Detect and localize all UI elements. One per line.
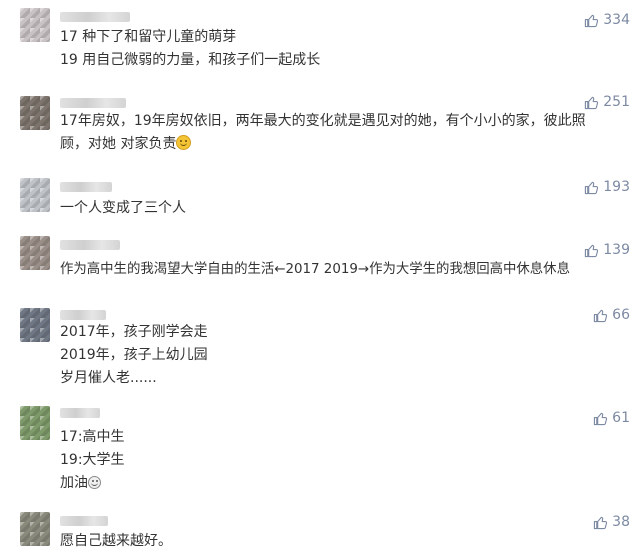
avatar[interactable]: [20, 512, 50, 546]
username-blurred[interactable]: [60, 516, 108, 526]
smile-emoji-icon: [176, 135, 192, 150]
grin-emoji-icon: [88, 476, 101, 489]
username-blurred[interactable]: [60, 240, 120, 250]
like-button[interactable]: 38: [593, 512, 630, 532]
username-blurred[interactable]: [60, 408, 100, 418]
comment-line: 19:大学生: [60, 452, 125, 468]
like-button[interactable]: 61: [593, 408, 630, 428]
comment-line: 17年房奴，19年房奴依旧，两年最大的变化就是遇见对的她，有个小小的家，彼此照: [60, 113, 586, 129]
like-count: 193: [603, 179, 630, 195]
comment-text: 17年房奴，19年房奴依旧，两年最大的变化就是遇见对的她，有个小小的家，彼此照 …: [60, 110, 616, 156]
thumbs-up-icon: [594, 516, 608, 529]
username-blurred[interactable]: [60, 182, 112, 192]
like-count: 139: [603, 242, 630, 258]
thumbs-up-icon: [585, 96, 599, 109]
username-blurred[interactable]: [60, 12, 130, 22]
thumbs-up-icon: [585, 181, 599, 194]
like-button[interactable]: 139: [584, 240, 630, 260]
like-count: 61: [612, 410, 630, 426]
avatar[interactable]: [20, 308, 50, 342]
comment-text: 17:高中生 19:大学生 加油: [60, 426, 616, 495]
like-count: 38: [612, 514, 630, 530]
comment-line: 顾，对她 对家负责: [60, 133, 616, 156]
comment-line: 2019年，孩子上幼儿园: [60, 347, 208, 363]
thumbs-up-icon: [594, 412, 608, 425]
comment-text: 愿自己越来越好。: [60, 530, 616, 553]
avatar[interactable]: [20, 236, 50, 270]
comment-line: 2017年，孩子刚学会走: [60, 324, 208, 340]
avatar[interactable]: [20, 406, 50, 440]
comment-text: 作为高中生的我渴望大学自由的生活←2017 2019→作为大学生的我想回高中休息…: [60, 258, 616, 281]
comment-line: 作为高中生的我渴望大学自由的生活←2017 2019→作为大学生的我想回高中休息…: [60, 262, 570, 277]
like-button[interactable]: 251: [584, 92, 630, 112]
username-blurred[interactable]: [60, 310, 106, 320]
comment-line: 17 种下了和留守儿童的萌芽: [60, 29, 237, 45]
like-button[interactable]: 193: [584, 177, 630, 197]
avatar[interactable]: [20, 96, 50, 130]
comment-line: 17:高中生: [60, 429, 125, 445]
comment-line: 愿自己越来越好。: [60, 533, 172, 549]
avatar[interactable]: [20, 8, 50, 42]
thumbs-up-icon: [585, 244, 599, 257]
comment-text: 2017年，孩子刚学会走 2019年，孩子上幼儿园 岁月催人老......: [60, 321, 616, 390]
comment-text: 17 种下了和留守儿童的萌芽 19 用自己微弱的力量，和孩子们一起成长: [60, 26, 616, 72]
comment-line: 19 用自己微弱的力量，和孩子们一起成长: [60, 52, 321, 68]
avatar[interactable]: [20, 178, 50, 212]
like-count: 251: [603, 94, 630, 110]
comment-line: 岁月催人老......: [60, 370, 157, 386]
comment-line-text: 顾，对她 对家负责: [60, 136, 177, 152]
comment-line: 一个人变成了三个人: [60, 200, 186, 216]
comment-text: 一个人变成了三个人: [60, 197, 616, 220]
comment-line: 加油: [60, 472, 616, 495]
comment-line-text: 加油: [60, 475, 88, 491]
username-blurred[interactable]: [60, 98, 126, 108]
